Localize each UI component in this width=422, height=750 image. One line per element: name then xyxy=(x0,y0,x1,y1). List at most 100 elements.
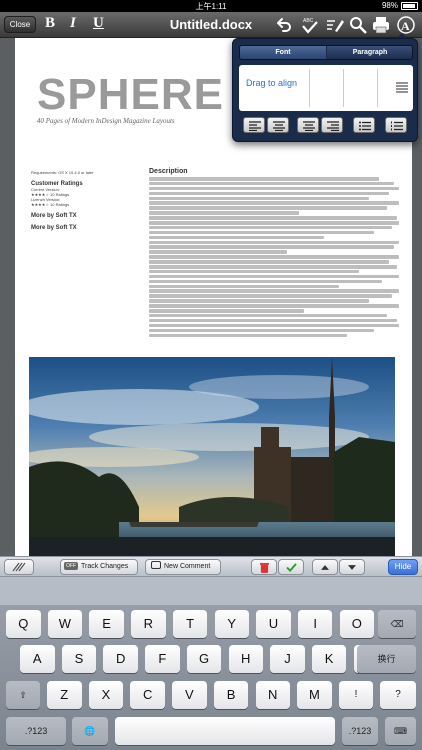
magazine-subtitle: 40 Pages of Modern InDesign Magazine Lay… xyxy=(37,117,175,125)
key-q[interactable]: Q xyxy=(6,610,41,638)
align-right-icon[interactable] xyxy=(321,117,343,133)
accept-icon[interactable] xyxy=(278,559,304,575)
key-u[interactable]: U xyxy=(256,610,291,638)
return-key[interactable]: 换行 xyxy=(357,645,416,673)
delete-icon[interactable] xyxy=(251,559,277,575)
key-w[interactable]: W xyxy=(47,610,83,638)
svg-text:A: A xyxy=(401,19,410,33)
space-key[interactable] xyxy=(115,717,335,745)
align-center-icon[interactable] xyxy=(297,117,319,133)
edit-icon[interactable] xyxy=(325,15,345,35)
track-changes-button[interactable]: OFF Track Changes xyxy=(60,559,138,575)
key-t[interactable]: T xyxy=(172,610,208,638)
numbered-list-icon[interactable] xyxy=(385,117,407,133)
font-paragraph-popover: Font Paragraph Drag to align xyxy=(232,38,418,142)
key-h[interactable]: H xyxy=(228,645,263,673)
key-x[interactable]: X xyxy=(88,681,124,709)
magazine-title: SPHERE xyxy=(37,70,224,119)
comment-icon xyxy=(151,561,161,569)
numbers-key[interactable]: .?123 xyxy=(6,717,66,745)
top-toolbar: Close B I U Untitled.docx ABC A xyxy=(0,12,422,38)
key-o[interactable]: O xyxy=(339,610,375,638)
key-j[interactable]: J xyxy=(270,645,305,673)
numbers-key-right[interactable]: .?123 xyxy=(342,717,378,745)
key-question[interactable]: ? xyxy=(380,681,416,709)
previous-change-icon[interactable] xyxy=(312,559,338,575)
edit-bar: OFF Track Changes New Comment Hide xyxy=(0,556,422,577)
new-comment-button[interactable]: New Comment xyxy=(145,559,221,575)
description-text-line xyxy=(149,333,347,337)
description-text-line xyxy=(149,186,399,191)
key-y[interactable]: Y xyxy=(214,610,249,638)
format-icon[interactable]: A xyxy=(396,15,416,35)
description-text-line xyxy=(149,245,394,249)
key-k[interactable]: K xyxy=(311,645,347,673)
close-button[interactable]: Close xyxy=(4,16,36,33)
tab-font[interactable]: Font xyxy=(240,46,326,59)
key-f[interactable]: F xyxy=(145,645,180,673)
shift-key[interactable]: ⇧ xyxy=(6,681,40,709)
track-changes-label: Track Changes xyxy=(81,563,129,570)
undo-icon[interactable] xyxy=(273,15,293,35)
align-left-indent-icon[interactable] xyxy=(267,117,289,133)
alignment-drag-area[interactable]: Drag to align xyxy=(239,65,413,111)
key-s[interactable]: S xyxy=(61,645,97,673)
bullet-list-icon[interactable] xyxy=(353,117,375,133)
requirements-text: Requirements: OS X 10.4.0 or later xyxy=(31,170,94,175)
description-text-line xyxy=(149,235,324,240)
cathedral-photo xyxy=(29,357,395,556)
key-m[interactable]: M xyxy=(297,681,332,709)
hide-button[interactable]: Hide xyxy=(388,559,418,575)
key-d[interactable]: D xyxy=(103,645,138,673)
spellcheck-icon[interactable]: ABC xyxy=(300,15,320,35)
description-text-line xyxy=(149,225,392,230)
key-r[interactable]: R xyxy=(131,610,166,638)
key-g[interactable]: G xyxy=(186,645,222,673)
description-text-line xyxy=(149,309,304,313)
all-versions-ratings: ★★★★☆ 10 Ratings xyxy=(31,202,70,207)
keyboard: QWERTYUIOP⌫ASDFGHJKL换行⇧ZXCVBNM!?.?123🌐.?… xyxy=(0,577,422,750)
more-by-heading: More by Soft TX xyxy=(31,213,77,219)
battery-icon xyxy=(401,2,418,10)
key-i[interactable]: I xyxy=(297,610,333,638)
track-changes-off-badge: OFF xyxy=(64,562,78,570)
delete-key[interactable]: ⌫ xyxy=(378,610,416,638)
key-z[interactable]: Z xyxy=(47,681,82,709)
candidate-bar xyxy=(0,577,422,605)
drag-to-align-label: Drag to align xyxy=(246,78,298,88)
description-text-line xyxy=(149,284,339,289)
key-c[interactable]: C xyxy=(130,681,165,709)
description-text-line xyxy=(149,250,287,254)
key-exclamation[interactable]: ! xyxy=(339,681,373,709)
description-text-line xyxy=(149,230,374,235)
description-text-line xyxy=(149,201,399,205)
key-n[interactable]: N xyxy=(255,681,290,709)
align-left-icon[interactable] xyxy=(243,117,265,133)
search-icon[interactable] xyxy=(348,15,368,35)
description-text-line xyxy=(149,304,399,308)
print-icon[interactable] xyxy=(371,15,391,35)
description-text-line xyxy=(149,260,389,264)
description-text-line xyxy=(149,240,399,245)
status-time: 上午1:11 xyxy=(195,2,227,11)
bold-button[interactable]: B xyxy=(45,15,55,32)
next-change-icon[interactable] xyxy=(339,559,365,575)
sidebar-toggle-button[interactable] xyxy=(4,559,34,575)
underline-button[interactable]: U xyxy=(93,15,104,32)
hide-keyboard-key[interactable]: ⌨ xyxy=(385,717,416,745)
key-a[interactable]: A xyxy=(20,645,55,673)
key-e[interactable]: E xyxy=(89,610,124,638)
key-b[interactable]: B xyxy=(213,681,249,709)
status-bar: 上午1:11 98% xyxy=(0,0,422,12)
description-column: Description xyxy=(149,168,399,338)
description-text-line xyxy=(149,216,397,220)
key-v[interactable]: V xyxy=(172,681,207,709)
popover-segmented-control: Font Paragraph xyxy=(239,45,413,60)
globe-key[interactable]: 🌐 xyxy=(72,717,108,745)
tab-paragraph[interactable]: Paragraph xyxy=(327,46,412,59)
battery-percent: 98% xyxy=(381,1,398,10)
more-by-heading-2: More by Soft TX xyxy=(31,225,77,231)
document-title: Untitled.docx xyxy=(169,17,253,32)
divider xyxy=(343,69,344,107)
italic-button[interactable]: I xyxy=(70,15,76,32)
